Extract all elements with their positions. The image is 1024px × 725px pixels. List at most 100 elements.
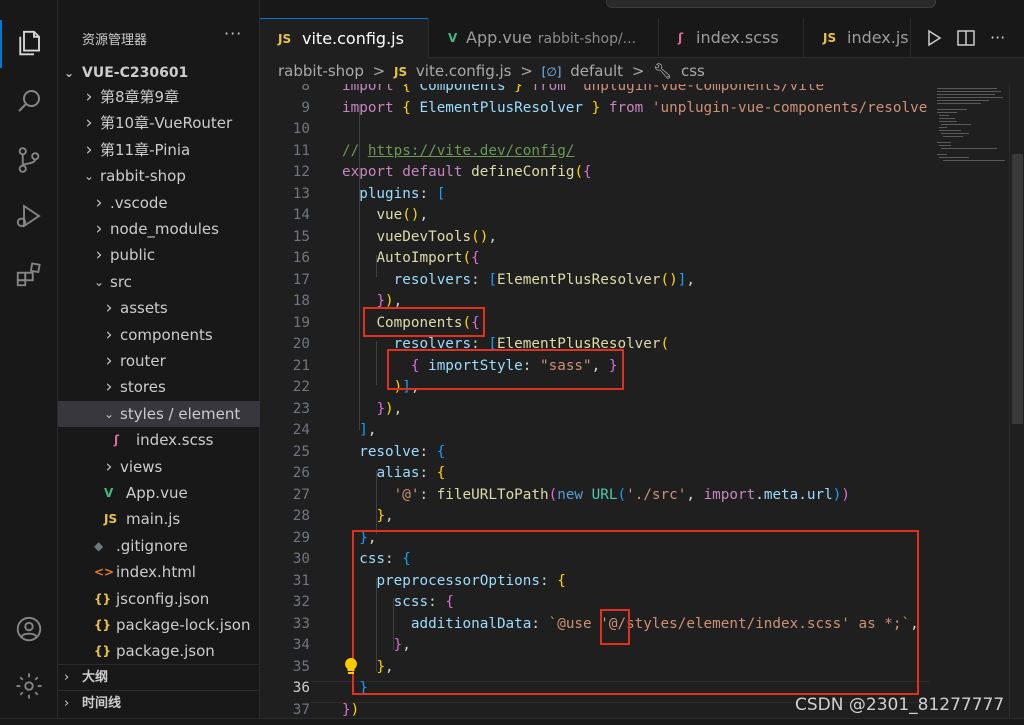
chevron-right-icon: › [64,696,70,711]
chevron-right-icon: › [105,324,113,345]
tree-item-label: stores [120,378,166,397]
split-editor-icon[interactable] [956,28,976,48]
tree-folder[interactable]: › stores [58,374,260,400]
search-icon[interactable] [14,86,44,116]
indent-guide [376,341,377,385]
code-line: 19 Components({ [260,313,930,335]
line-number: 11 [292,142,310,159]
tree-item-label: package-lock.json [116,616,251,634]
code-line: 23 }), [260,399,930,421]
tree-folder[interactable]: › .vscode [58,190,260,216]
settings-gear-icon[interactable] [14,671,44,701]
line-number: 20 [292,336,310,352]
vertical-scrollbar[interactable] [1009,84,1024,725]
tree-folder[interactable]: › public [58,242,260,268]
breadcrumb-symbol-default[interactable]: default [570,62,623,80]
tab-separator [910,18,911,58]
line-number: 35 [292,658,310,675]
tab-label: index.scss [696,28,779,47]
tab-separator [658,18,659,58]
tree-file[interactable]: ʃ index.scss [58,427,260,453]
tab-label: index.js [847,28,909,47]
scrollbar-thumb[interactable] [1012,154,1023,424]
account-icon[interactable] [14,614,44,644]
breadcrumb-file[interactable]: vite.config.js [416,62,512,80]
timeline-section[interactable]: › 时间线 [58,690,260,716]
chevron-right-icon: › [95,245,103,266]
line-number: 26 [292,465,310,481]
indent-guide [359,104,360,430]
workspace-root[interactable]: ⌄ VUE-C230601 [58,60,260,86]
code-line: 14 vue(), [260,205,930,227]
more-actions-icon[interactable]: ··· [990,28,1010,48]
json-file-icon: {} [94,644,112,659]
tree-folder[interactable]: ⌄ src [58,269,260,295]
tree-file[interactable]: {} package-lock.json [58,612,260,638]
extensions-icon[interactable] [14,259,44,289]
line-number: 14 [292,207,310,223]
minimap[interactable] [929,84,1009,725]
breadcrumb-symbol-css[interactable]: css [681,62,705,80]
tree-folder[interactable]: › components [58,322,260,348]
code-text: vueDevTools(), [376,228,497,245]
tree-folder[interactable]: ⌄ rabbit-shop [58,163,260,189]
tree-folder[interactable]: › assets [58,295,260,321]
line-number: 13 [292,185,310,202]
outline-section[interactable]: › 大纲 [58,664,260,690]
code-line: 9 import { ElementPlusResolver } from 'un… [260,98,930,120]
code-text: '@': fileURLToPath(new URL('./src', impo… [393,486,850,503]
breadcrumb-folder[interactable]: rabbit-shop [278,62,364,80]
tree-folder[interactable]: › 第10章-VueRouter [58,110,260,136]
tree-folder[interactable]: › views [58,454,260,480]
code-line: 15 vueDevTools(), [260,227,930,249]
tree-item-label: .gitignore [116,536,188,555]
lightbulb-icon[interactable] [343,657,359,677]
annotation-box-importstyle [387,349,624,390]
tree-folder[interactable]: › router [58,348,260,374]
editor-tab[interactable]: JS vite.config.js [260,18,428,58]
chevron-right-icon: › [105,377,113,398]
js-file-icon: JS [278,32,292,46]
chevron-right-icon: › [95,219,103,239]
editor-tab[interactable]: V App.vue rabbit-shop/... [430,18,658,58]
line-number: 31 [292,572,310,589]
tree-folder[interactable]: › 第11章-Pinia [58,137,260,163]
tree-file[interactable]: {} package.json [58,638,260,664]
run-debug-icon[interactable] [14,201,44,231]
wrench-icon: 🔧︎ [653,62,673,80]
line-number: 34 [292,637,310,653]
tree-item-label: components [120,325,213,344]
line-number: 12 [292,164,310,180]
tree-folder[interactable]: ⌄ styles / element [58,400,260,427]
editor-tab[interactable]: ʃ index.scss [660,18,803,58]
line-number: 9 [301,99,310,116]
source-control-icon[interactable] [14,145,44,175]
code-line: 28 }, [260,506,930,528]
explorer-icon[interactable] [14,28,44,58]
tree-folder[interactable]: › 第8章第9章 [58,84,260,110]
code-line: 12 export default defineConfig({ [260,162,930,184]
activity-bar [0,0,58,725]
tree-item-label: node_modules [110,220,219,238]
tree-item-label: 第10章-VueRouter [100,114,233,133]
tree-file[interactable]: <> index.html [58,559,260,585]
line-number: 19 [292,314,310,331]
breadcrumb-separator: > [372,62,386,80]
chevron-right-icon: › [85,113,93,134]
line-number: 36 [292,680,310,696]
chevron-right-icon: › [85,139,93,160]
tree-file[interactable]: {} jsconfig.json [58,586,260,612]
tree-item-label: 第8章第9章 [100,88,180,106]
tree-folder[interactable]: › node_modules [58,216,260,242]
tree-file[interactable]: JS main.js [58,506,260,532]
code-line: 8 import { Components } from 'unplugin-vu… [260,84,930,98]
run-icon[interactable] [924,28,944,48]
variable-icon: [∅] [541,65,562,79]
more-actions-icon[interactable]: ··· [224,24,242,43]
command-center[interactable] [606,0,936,8]
editor-tab[interactable]: JS index.js [805,18,910,58]
active-indicator [0,20,2,68]
tree-file[interactable]: ◆ .gitignore [58,533,260,559]
code-text: export default defineConfig({ [342,164,592,180]
tree-file[interactable]: V App.vue [58,480,260,506]
